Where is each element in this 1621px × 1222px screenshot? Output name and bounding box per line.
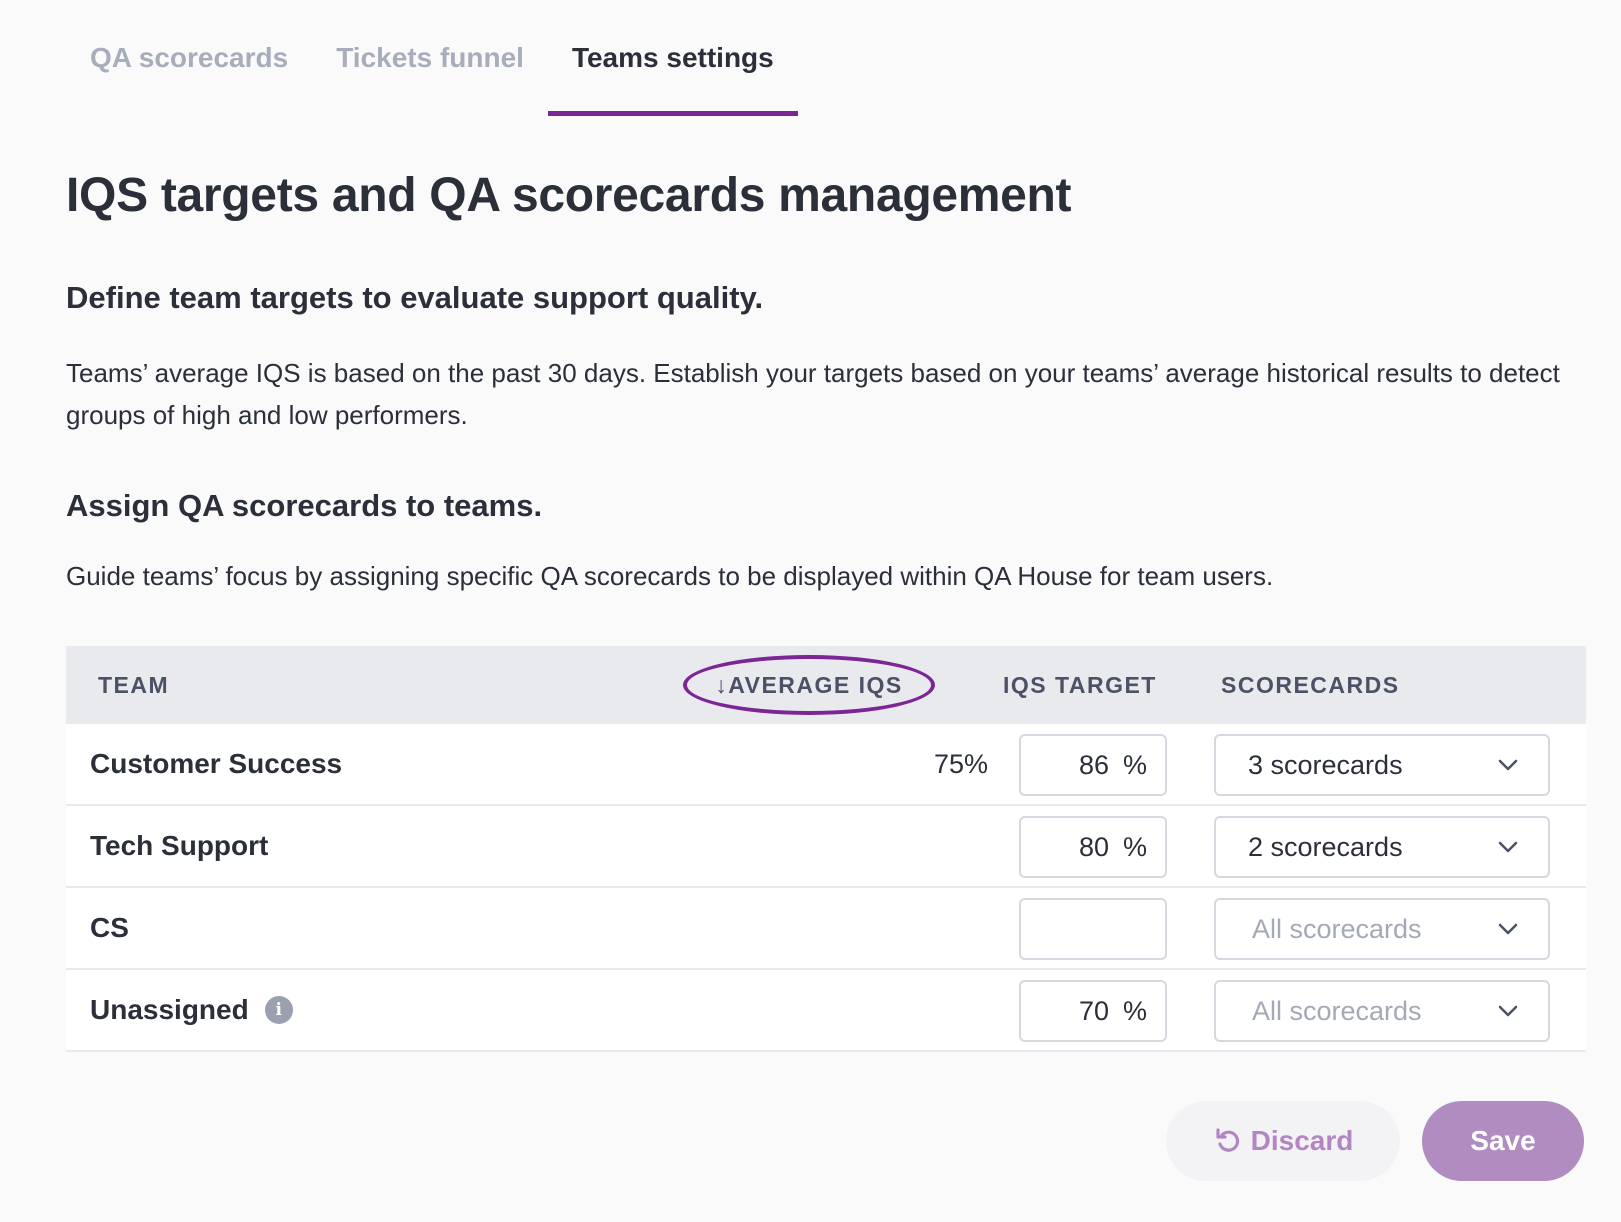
- info-icon[interactable]: i: [264, 996, 293, 1024]
- chevron-down-icon: [1498, 1005, 1518, 1017]
- team-name-text: Tech Support: [90, 830, 269, 861]
- teams-table: TEAM ↓AVERAGE IQS IQS TARGET SCORECARDS …: [66, 646, 1586, 1052]
- iqs-target-input[interactable]: 86 %: [1019, 734, 1167, 796]
- scorecards-select-value: 2 scorecards: [1248, 831, 1403, 862]
- percent-unit: %: [1122, 749, 1147, 780]
- iqs-target-value: 80: [1078, 831, 1109, 862]
- targets-heading: Define team targets to evaluate support …: [66, 280, 764, 315]
- tab-tickets-funnel[interactable]: Tickets funnel: [312, 0, 548, 116]
- save-label: Save: [1470, 1125, 1536, 1156]
- iqs-target-input[interactable]: 80 %: [1019, 816, 1167, 878]
- table-row: Tech Support 80 % 2 scorecards: [66, 806, 1586, 888]
- table-header: TEAM ↓AVERAGE IQS IQS TARGET SCORECARDS: [66, 646, 1586, 724]
- scorecards-select-placeholder: All scorecards: [1252, 995, 1422, 1026]
- column-header-iqs-target: IQS TARGET: [1003, 671, 1157, 698]
- chevron-down-icon: [1498, 841, 1518, 853]
- scorecards-select-value: 3 scorecards: [1248, 749, 1403, 780]
- average-iqs-value: 75%: [933, 748, 988, 779]
- save-button[interactable]: Save: [1422, 1101, 1584, 1181]
- team-name: Tech Support: [90, 806, 268, 886]
- team-name-text: Unassigned: [90, 994, 249, 1025]
- average-iqs-value: [766, 888, 988, 968]
- chevron-down-icon: [1498, 759, 1518, 771]
- scorecards-select-placeholder: All scorecards: [1252, 913, 1422, 944]
- discard-button[interactable]: Discard: [1166, 1101, 1400, 1181]
- scorecards-select[interactable]: All scorecards: [1214, 980, 1550, 1042]
- table-row: Unassigned i 70 % All scorecards: [66, 970, 1586, 1052]
- table-row: Customer Success 75% 86 % 3 scorecards: [66, 724, 1586, 806]
- column-header-average-iqs[interactable]: ↓AVERAGE IQS: [683, 655, 935, 715]
- team-name: Customer Success: [90, 724, 342, 804]
- undo-icon: [1216, 1128, 1239, 1152]
- team-name-text: CS: [90, 912, 129, 943]
- percent-unit: %: [1122, 995, 1147, 1026]
- scorecards-description: Guide teams’ focus by assigning specific…: [66, 561, 1274, 591]
- scorecards-select[interactable]: 3 scorecards: [1214, 734, 1550, 796]
- table-row: CS All scorecards: [66, 888, 1586, 970]
- average-iqs-value: [766, 970, 988, 1050]
- tab-teams-settings[interactable]: Teams settings: [547, 0, 798, 116]
- scorecards-heading: Assign QA scorecards to teams.: [66, 488, 543, 523]
- iqs-target-input[interactable]: [1019, 898, 1167, 960]
- average-iqs-value: [766, 806, 988, 886]
- chevron-down-icon: [1498, 923, 1518, 935]
- team-name: Unassigned i: [90, 970, 293, 1050]
- iqs-target-value: 70: [1078, 995, 1109, 1026]
- iqs-target-input[interactable]: 70 %: [1019, 980, 1167, 1042]
- percent-unit: %: [1122, 831, 1147, 862]
- iqs-target-value: 86: [1078, 749, 1109, 780]
- scorecards-select[interactable]: 2 scorecards: [1214, 816, 1550, 878]
- team-name-text: Customer Success: [90, 748, 343, 779]
- discard-label: Discard: [1250, 1125, 1354, 1156]
- team-name: CS: [90, 888, 129, 968]
- page-title: IQS targets and QA scorecards management: [66, 169, 1072, 222]
- targets-description: Teams’ average IQS is based on the past …: [66, 358, 1560, 430]
- scorecards-select[interactable]: All scorecards: [1214, 898, 1550, 960]
- tab-bar: QA scorecards Tickets funnel Teams setti…: [66, 0, 798, 116]
- column-header-scorecards: SCORECARDS: [1221, 671, 1400, 698]
- column-header-team: TEAM: [98, 671, 170, 698]
- tab-qa-scorecards[interactable]: QA scorecards: [66, 0, 312, 116]
